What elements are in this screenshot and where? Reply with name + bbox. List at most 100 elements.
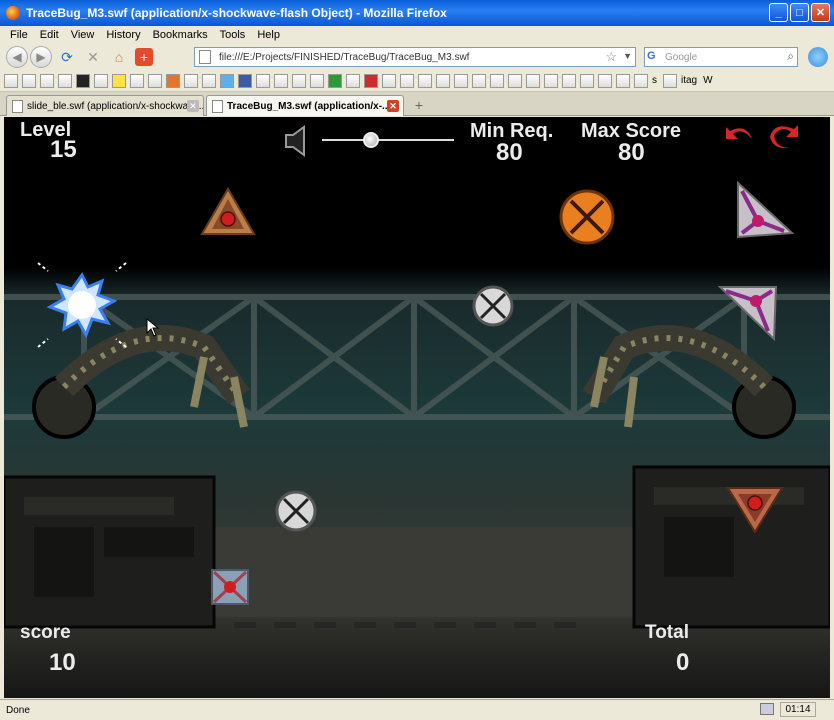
bookmark-icon[interactable]: [454, 73, 468, 88]
bookmark-icon[interactable]: [310, 73, 324, 88]
total-value: 0: [676, 649, 690, 676]
bookmark-icon[interactable]: [76, 73, 90, 88]
add-icon[interactable]: +: [135, 48, 153, 66]
square-bug-node[interactable]: [210, 568, 250, 606]
bookmark-icon[interactable]: [148, 73, 162, 88]
tab-slide-ble[interactable]: slide_ble.swf (application/x-shockwave..…: [6, 95, 204, 116]
bookmark-icon[interactable]: [256, 73, 270, 88]
flash-game-canvas[interactable]: Level 15 Min Req. 80 Max Score 80 score …: [4, 117, 830, 698]
bookmark-label[interactable]: s: [652, 75, 657, 86]
orange-cross-node[interactable]: [559, 189, 615, 245]
search-input[interactable]: G Google ⌕: [644, 47, 798, 67]
search-icon[interactable]: ⌕: [787, 49, 794, 64]
close-button[interactable]: ✕: [811, 3, 830, 22]
bookmark-icon[interactable]: [544, 73, 558, 88]
inverted-triangle-node[interactable]: [726, 486, 784, 534]
url-dropdown-icon[interactable]: ▼: [623, 51, 632, 61]
clock: 01:14: [780, 702, 816, 717]
bookmark-icon[interactable]: [598, 73, 612, 88]
bookmark-icon[interactable]: [274, 73, 288, 88]
volume-slider[interactable]: [322, 131, 454, 149]
page-icon: [199, 50, 211, 64]
bookmark-icon[interactable]: [292, 73, 306, 88]
forward-button[interactable]: ▶: [30, 46, 52, 68]
url-bar[interactable]: file:///E:/Projects/FINISHED/TraceBug/Tr…: [194, 47, 636, 67]
stop-icon[interactable]: ✕: [83, 47, 103, 67]
level-value: 15: [50, 136, 77, 163]
minimize-button[interactable]: _: [769, 3, 788, 22]
min-req-value: 80: [496, 139, 523, 166]
bookmark-icon[interactable]: [418, 73, 432, 88]
menu-bar: File Edit View History Bookmarks Tools H…: [0, 26, 834, 44]
speaker-icon[interactable]: [284, 125, 306, 157]
bookmark-icon[interactable]: [220, 73, 234, 88]
bookmark-icon[interactable]: [508, 73, 522, 88]
menu-bookmarks[interactable]: Bookmarks: [147, 29, 214, 41]
bookmark-icon[interactable]: [40, 73, 54, 88]
menu-history[interactable]: History: [100, 29, 146, 41]
search-placeholder: Google: [665, 51, 698, 63]
menu-view[interactable]: View: [65, 29, 101, 41]
new-tab-button[interactable]: +: [408, 96, 430, 114]
bookmark-icon[interactable]: [130, 73, 144, 88]
google-icon[interactable]: G: [647, 50, 665, 64]
bookmark-icon[interactable]: [472, 73, 486, 88]
purple-triangle-node[interactable]: [718, 285, 780, 341]
back-button[interactable]: ◀: [6, 46, 28, 68]
bookmark-icon[interactable]: [202, 73, 216, 88]
menu-file[interactable]: File: [4, 29, 34, 41]
menu-edit[interactable]: Edit: [34, 29, 65, 41]
bookmark-icon[interactable]: [58, 73, 72, 88]
bookmark-icon[interactable]: [364, 73, 378, 88]
bookmark-icon[interactable]: [526, 73, 540, 88]
bookmark-icon[interactable]: [328, 73, 342, 88]
bookmark-icon[interactable]: [382, 73, 396, 88]
tab-bar: slide_ble.swf (application/x-shockwave..…: [0, 92, 834, 116]
bookmark-icon[interactable]: [634, 73, 648, 88]
redo-icon[interactable]: [766, 119, 804, 153]
page-icon: [12, 100, 23, 113]
reload-icon[interactable]: ⟳: [57, 47, 77, 67]
tab-tracebug[interactable]: TraceBug_M3.swf (application/x-... ✕: [206, 95, 404, 116]
tab-label: TraceBug_M3.swf (application/x-...: [227, 100, 391, 112]
bookmark-label[interactable]: W: [703, 75, 712, 86]
tab-label: slide_ble.swf (application/x-shockwave..…: [27, 100, 204, 112]
bookmark-icon[interactable]: [663, 73, 677, 88]
bookmark-icon[interactable]: [94, 73, 108, 88]
maximize-button[interactable]: □: [790, 3, 809, 22]
bookmark-icon[interactable]: [490, 73, 504, 88]
addon-icon[interactable]: [808, 47, 828, 67]
bookmark-icon[interactable]: [112, 73, 126, 88]
menu-help[interactable]: Help: [251, 29, 286, 41]
score-label: score: [20, 622, 71, 643]
bookmark-icon[interactable]: [616, 73, 630, 88]
navigation-toolbar: ◀ ▶ ⟳ ✕ ⌂ + file:///E:/Projects/FINISHED…: [0, 44, 834, 70]
bookmark-icon[interactable]: [400, 73, 414, 88]
bookmark-icon[interactable]: [346, 73, 360, 88]
bookmark-star-icon[interactable]: ☆: [605, 49, 617, 65]
tab-close-icon[interactable]: ✕: [187, 100, 199, 112]
bookmark-icon[interactable]: [22, 73, 36, 88]
firefox-icon: [6, 6, 20, 20]
purple-triangle-node[interactable]: [734, 181, 794, 239]
triangle-bug-node[interactable]: [200, 187, 256, 237]
tab-close-icon[interactable]: ✕: [387, 100, 399, 112]
bookmark-icon[interactable]: [562, 73, 576, 88]
silver-cross-node[interactable]: [472, 285, 514, 327]
bookmark-icon[interactable]: [4, 73, 18, 88]
bookmark-icon[interactable]: [580, 73, 594, 88]
bookmark-icon[interactable]: [166, 73, 180, 88]
status-text: Done: [6, 704, 30, 716]
bookmark-icon[interactable]: [184, 73, 198, 88]
undo-icon[interactable]: [722, 121, 758, 151]
silver-cross-node[interactable]: [275, 490, 317, 532]
bookmark-icon[interactable]: [436, 73, 450, 88]
bookmarks-toolbar: s itag W: [0, 70, 834, 92]
home-icon[interactable]: ⌂: [109, 47, 129, 67]
bookmark-label[interactable]: itag: [681, 75, 697, 86]
bookmark-icon[interactable]: [238, 73, 252, 88]
volume-slider-track: [322, 139, 454, 141]
menu-tools[interactable]: Tools: [214, 29, 252, 41]
volume-slider-thumb[interactable]: [363, 132, 379, 148]
total-label: Total: [645, 622, 689, 643]
